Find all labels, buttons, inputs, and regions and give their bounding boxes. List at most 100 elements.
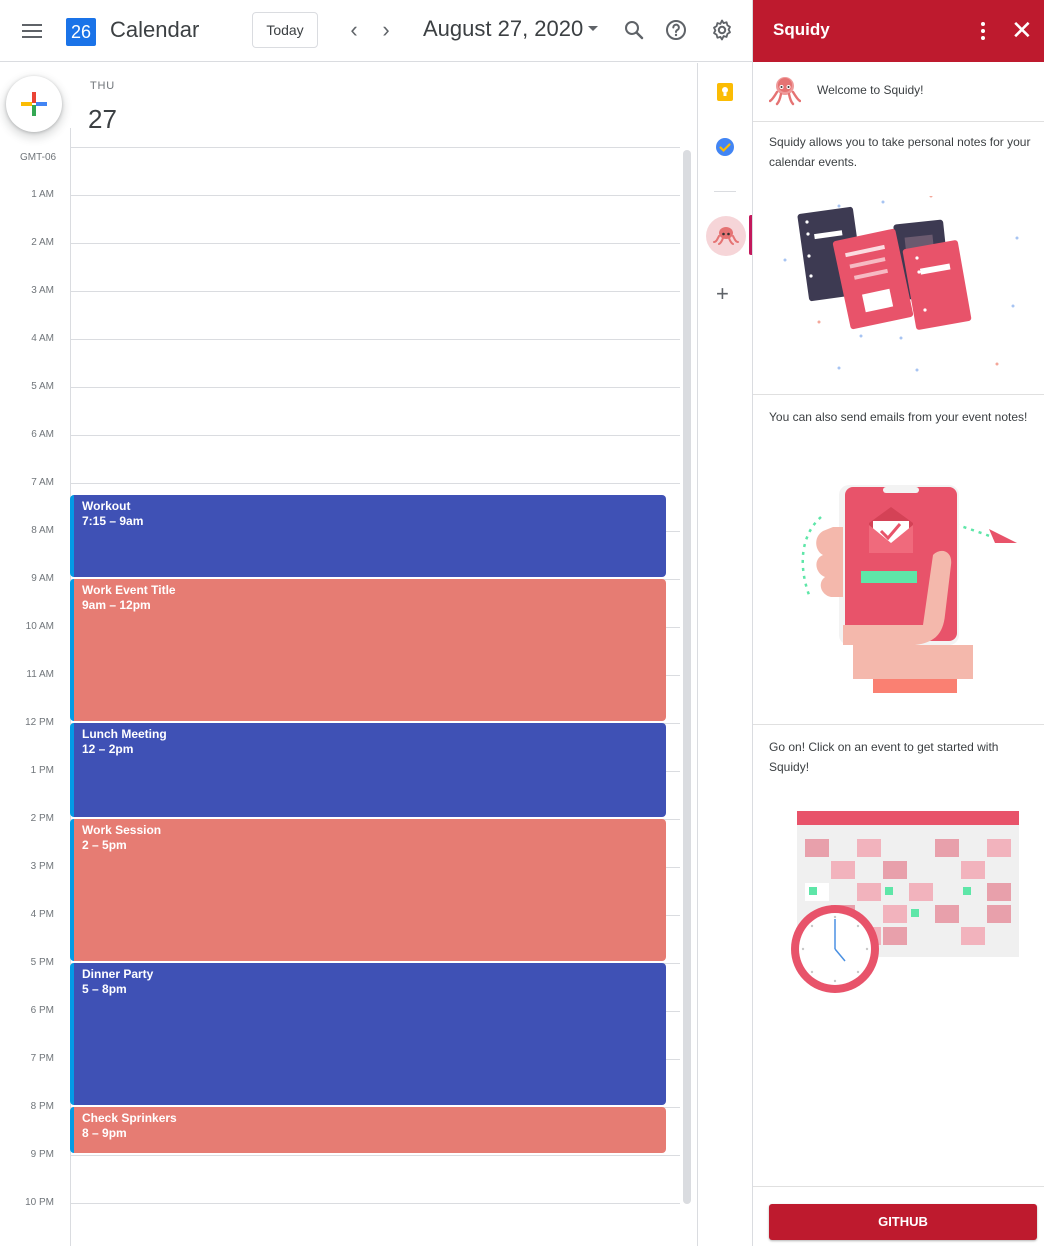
hour-row: 9 PM [0,1149,680,1203]
hour-label: 9 AM [31,573,54,584]
tasks-icon[interactable] [714,136,736,158]
panel-title: Squidy [773,20,830,39]
hour-label: 5 AM [31,381,54,392]
hour-row: 6 AM [0,429,680,483]
event-time: 9am – 12pm [82,598,151,612]
welcome-section: Welcome to Squidy! [753,62,1044,122]
event-time: 8 – 9pm [82,1126,127,1140]
hour-label: 6 PM [30,1005,54,1016]
top-app-bar: 26 Calendar Today ‹ › August 27, 2020 [0,0,752,62]
squid-logo-icon [769,77,801,106]
calendar-logo-day: 26 [66,18,96,46]
cta-text: Go on! Click on an event to get started … [769,740,999,774]
today-button[interactable]: Today [252,12,318,48]
intro-section: Squidy allows you to take personal notes… [753,122,1044,395]
app-title: Calendar [110,17,200,42]
day-number[interactable]: 27 [88,104,117,135]
main-menu-icon[interactable] [22,20,44,40]
create-event-button[interactable] [6,76,62,132]
panel-header: Squidy ✕ [753,0,1044,62]
search-icon[interactable] [622,18,646,42]
hour-label: 4 AM [31,333,54,344]
calendar-event[interactable]: Dinner Party 5 – 8pm [70,963,666,1105]
event-title: Workout [82,499,131,513]
hour-row [0,147,680,195]
hour-label: 2 PM [30,813,54,824]
email-section: You can also send emails from your event… [753,395,1044,725]
calendar-event[interactable]: Work Session 2 – 5pm [70,819,666,961]
app-root: 26 Calendar Today ‹ › August 27, 2020 TH… [0,0,1044,1246]
side-panel-strip: + [697,63,753,1246]
github-button[interactable]: GITHUB [769,1204,1037,1240]
next-day-button[interactable]: › [374,16,398,44]
hour-row: 5 AM [0,381,680,435]
close-panel-button[interactable]: ✕ [1011,16,1033,44]
calendar-clock-illustration [791,811,1019,993]
hour-gridline [70,435,680,436]
hour-label: 8 PM [30,1101,54,1112]
calendar-event[interactable]: Workout 7:15 – 9am [70,495,666,577]
event-title: Lunch Meeting [82,727,167,741]
settings-gear-icon[interactable] [710,18,734,42]
squidy-addon-button[interactable] [706,216,746,256]
event-time: 12 – 2pm [82,742,134,756]
plus-colored-icon [21,92,47,116]
hour-label: 8 AM [31,525,54,536]
hour-row: 10 PM [0,1197,680,1246]
hour-label: 3 PM [30,861,54,872]
help-icon[interactable] [664,18,688,42]
hour-gridline [70,195,680,196]
more-options-icon[interactable] [977,20,989,42]
strip-divider [714,191,736,192]
chevron-down-icon[interactable] [588,26,598,31]
email-text: You can also send emails from your event… [769,410,1028,424]
hour-label: 11 AM [26,669,54,680]
panel-footer: GITHUB [753,1186,1044,1246]
previous-day-button[interactable]: ‹ [342,16,366,44]
event-time: 7:15 – 9am [82,514,144,528]
hour-gridline [70,387,680,388]
calendar-event[interactable]: Lunch Meeting 12 – 2pm [70,723,666,817]
hour-row: 2 AM [0,237,680,291]
notes-illustration [783,196,1019,372]
squidy-panel: Squidy ✕ Welcome to Squidy! Squidy allow… [752,0,1044,1246]
event-title: Check Sprinkers [82,1111,177,1125]
event-title: Work Event Title [82,583,176,597]
hour-label: 2 AM [31,237,54,248]
hour-label: 6 AM [31,429,54,440]
calendar-event[interactable]: Check Sprinkers 8 – 9pm [70,1107,666,1153]
hour-label: 4 PM [30,909,54,920]
hour-label: 7 PM [30,1053,54,1064]
event-title: Work Session [82,823,162,837]
hour-gridline [70,1203,680,1204]
weekday-label: THU [90,80,116,92]
event-time: 5 – 8pm [82,982,127,996]
hour-row: 4 AM [0,333,680,387]
hour-row: 3 AM [0,285,680,339]
hour-gridline [70,291,680,292]
hour-label: 1 AM [31,189,54,200]
get-addons-button[interactable]: + [716,281,729,307]
hour-gridline [70,243,680,244]
hour-gridline [70,1155,680,1156]
calendar-scrollbar[interactable] [683,150,691,1204]
hour-row: 1 AM [0,189,680,243]
intro-text: Squidy allows you to take personal notes… [769,135,1031,169]
event-time: 2 – 5pm [82,838,127,852]
phone-email-illustration [801,485,1017,693]
hour-label: 1 PM [30,765,54,776]
hour-label: 12 PM [25,717,54,728]
welcome-text: Welcome to Squidy! [817,83,924,97]
hour-label: 10 PM [25,1197,54,1208]
hour-gridline [70,483,680,484]
current-date-title[interactable]: August 27, 2020 [423,16,583,42]
hour-label: 10 AM [25,621,54,632]
hour-label: 9 PM [30,1149,54,1160]
hour-gridline [70,147,680,148]
keep-notes-icon[interactable] [714,81,736,103]
calendar-event[interactable]: Work Event Title 9am – 12pm [70,579,666,721]
hour-gridline [70,339,680,340]
hour-label: 3 AM [31,285,54,296]
squid-icon [713,227,739,245]
hour-label: 5 PM [30,957,54,968]
